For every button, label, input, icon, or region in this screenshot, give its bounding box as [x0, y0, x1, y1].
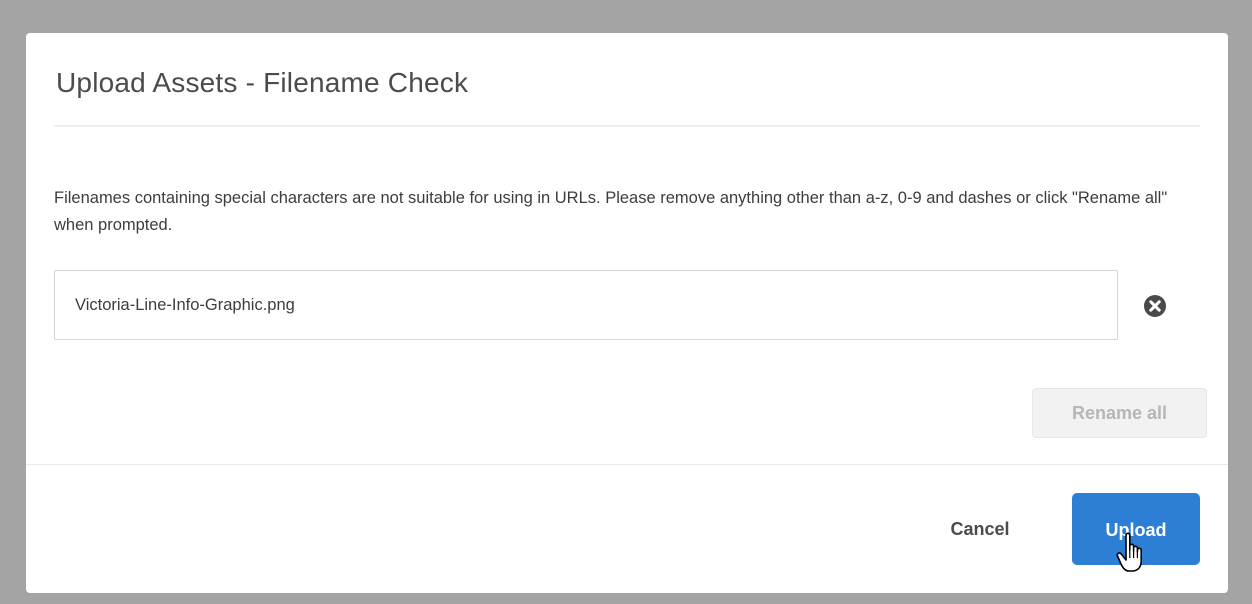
filename-input[interactable]	[54, 270, 1118, 340]
cancel-button[interactable]: Cancel	[930, 503, 1030, 553]
rename-all-button[interactable]: Rename all	[1032, 388, 1207, 438]
dialog-title: Upload Assets - Filename Check	[56, 67, 469, 98]
upload-button[interactable]: Upload	[1072, 493, 1200, 565]
upload-filename-check-dialog: Upload Assets - Filename Check Filenames…	[26, 33, 1228, 593]
footer-divider	[26, 464, 1228, 465]
filename-warning-message: Filenames containing special characters …	[54, 189, 1168, 234]
title-divider	[54, 125, 1200, 127]
close-circle-icon[interactable]	[1143, 294, 1167, 318]
